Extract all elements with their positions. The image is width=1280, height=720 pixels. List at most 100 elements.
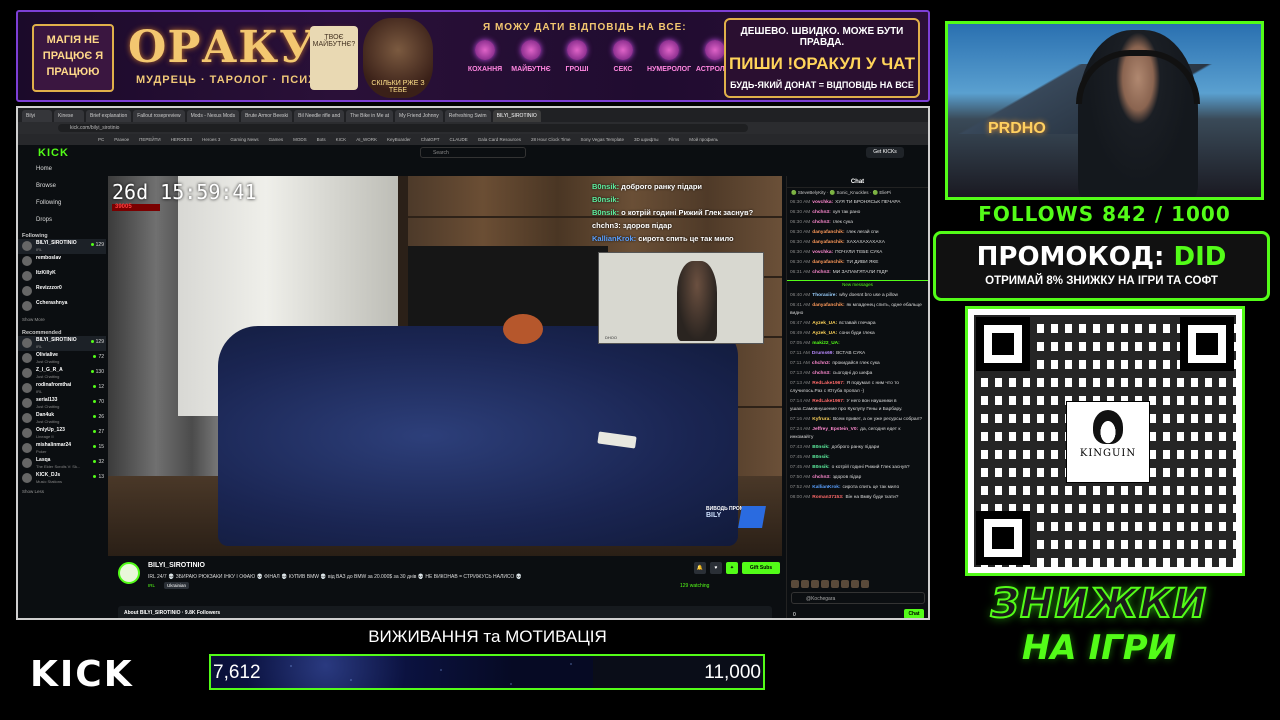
emote-icon[interactable] [791,580,799,588]
chat-username[interactable]: B0nsik: [812,445,829,450]
bookmark-item[interactable]: Games [269,134,284,145]
chat-username[interactable]: Drums69: [812,351,834,356]
sidebar-nav-item[interactable]: Following [18,195,106,212]
heart-icon[interactable]: ♥ [710,562,722,574]
chat-username[interactable]: chchn3: [812,270,830,275]
chat-username[interactable]: B0nsik: [812,465,829,470]
chat-username[interactable]: Thoraxiire: [812,293,837,298]
sidebar-nav-item[interactable]: Home [18,161,106,178]
sidebar-nav-item[interactable]: Drops [18,212,106,229]
sidebar-channel[interactable]: mishalinmar24 Poker 15 [18,441,106,456]
url-field[interactable]: kick.com/bilyi_sirotinio [58,124,748,132]
bookmark-item[interactable]: Мой профиль [689,134,718,145]
browser-tab[interactable]: The Bike in Me at [346,110,394,122]
browser-tab[interactable]: Kinese [54,110,84,122]
bookmark-item[interactable]: ПЕРЕЙТИ [139,134,160,145]
follow-button[interactable]: ✦ [726,562,738,574]
chat-username[interactable]: RedLake1967: [812,399,844,404]
bookmark-item[interactable]: Bots [317,134,326,145]
chat-username[interactable]: danyafanchik: [812,260,844,265]
sidebar-channel[interactable]: Revizzzor0 [18,284,106,299]
gift-subs-button[interactable]: Gift Subs [742,562,780,574]
about-section[interactable]: About BILYI_SIROTINIO · 9.8K Followers [118,606,772,618]
bookmark-item[interactable]: 28 Hour Clock Time [531,134,571,145]
chat-username[interactable]: vovchka: [812,200,833,205]
bell-icon[interactable]: 🔔 [694,562,706,574]
emote-icon[interactable] [811,580,819,588]
emote-icon[interactable] [801,580,809,588]
bookmark-item[interactable]: Gala Card Resources [478,134,521,145]
emote-icon[interactable] [861,580,869,588]
streamer-name[interactable]: BILYI_SIROTINIO [148,562,205,569]
browser-tab[interactable]: BILYI_SIROTINIO [492,110,541,122]
sidebar-channel[interactable]: remboslav [18,254,106,269]
bookmark-item[interactable]: Gaming News [230,134,258,145]
sidebar-channel[interactable]: KICK_DJs Music Stations 13 [18,471,106,486]
sidebar-channel[interactable]: BILYI_SIROTINIO IRL 129 [18,336,106,351]
chat-username[interactable]: vovchka: [812,250,833,255]
chat-username[interactable]: maki22_UA: [812,341,839,346]
bookmark-item[interactable]: PC [98,134,104,145]
emote-icon[interactable] [831,580,839,588]
sidebar-channel[interactable]: ItzKillyK [18,269,106,284]
chat-username[interactable]: Ayzek_UA: [812,331,837,336]
sidebar-channel[interactable]: OnlyUp_123 Lineage II 27 [18,426,106,441]
chat-username[interactable]: Jeffrey_Epstein_V0: [812,427,858,432]
chat-username[interactable]: Roman37153: [812,495,843,500]
chat-username[interactable]: danyafanchik: [812,240,844,245]
bookmark-item[interactable]: 3D шрифты [634,134,659,145]
sidebar-channel[interactable]: Ccherashnya [18,299,106,314]
sidebar-channel[interactable]: Z_I_G_R_A Just Chatting 130 [18,366,106,381]
chat-username[interactable]: Ayzek_UA: [812,321,837,326]
show-less-link[interactable]: Show Less [18,486,106,498]
browser-tab[interactable]: Mods - Nexus Mods [186,110,240,122]
streamer-avatar[interactable] [118,562,140,584]
sidebar-channel[interactable]: Olivialive Just Chatting 72 [18,351,106,366]
browser-tab[interactable]: Bilyi [22,110,52,122]
browser-tab[interactable]: Fallout rosepreview [133,110,185,122]
bookmark-item[interactable]: ChatGPT [421,134,440,145]
chat-send-button[interactable]: Chat [904,609,924,618]
sidebar-channel[interactable]: serial133 Just Chatting 70 [18,396,106,411]
chat-username[interactable]: RedLake1967: [812,381,844,386]
emote-icon[interactable] [851,580,859,588]
chat-username[interactable]: chchn3: [812,220,830,225]
sidebar-channel[interactable]: Lasqa The Elder Scrolls V: Sk... 32 [18,456,106,471]
stream-language-tag[interactable]: Ukrainian [164,582,190,589]
chat-username[interactable]: Kyfrura: [812,417,831,422]
video-player[interactable]: 26d 15:59:41 39005 B0nsik: доброго ранку… [108,176,782,556]
chat-username[interactable]: danyafanchik: [812,303,844,308]
sidebar-channel[interactable]: BILYI_SIROTINIO IRL 129 [18,239,106,254]
bookmark-item[interactable]: MODS [293,134,307,145]
emote-icon[interactable] [841,580,849,588]
bookmark-item[interactable]: CLAUDE [449,134,467,145]
browser-tab[interactable]: Brief explanation [86,110,132,122]
bookmark-item[interactable]: KICK [336,134,347,145]
browser-tab[interactable]: Refreshing Swim [444,110,491,122]
chat-username[interactable]: KallianKrok: [812,485,840,490]
sidebar-channel[interactable]: rodinafromthai IRL 12 [18,381,106,396]
chat-input[interactable]: @Kochegara [791,592,925,604]
sidebar-channel[interactable]: Dan4uk Just Chatting 26 [18,411,106,426]
chat-username[interactable]: chchn3: [812,475,830,480]
sidebar-nav-item[interactable]: Browse [18,178,106,195]
chat-username[interactable]: B0nsik: [812,455,829,460]
bookmark-item[interactable]: Sony Vegas Template [581,134,624,145]
browser-tab[interactable]: My Friend Johnny [395,110,443,122]
stream-category[interactable]: IRL [148,583,155,588]
show-more-link[interactable]: Show More [18,314,106,326]
bookmark-item[interactable]: Разное [114,134,129,145]
chat-username[interactable]: chchn3: [812,371,830,376]
bookmark-item[interactable]: Heroes 3 [202,134,220,145]
chat-username[interactable]: danyafanchik: [812,230,844,235]
bookmark-item[interactable]: Films [669,134,680,145]
get-kicks-button[interactable]: Get KICKs [866,147,904,158]
bookmark-item[interactable]: KeyBoarder [387,134,411,145]
chat-username[interactable]: chchn3: [812,210,830,215]
bookmark-item[interactable]: AI_WORK [356,134,377,145]
kick-logo[interactable]: KICK [38,147,69,159]
chat-username[interactable]: chchn3: [812,361,830,366]
kick-search-input[interactable]: Search [420,147,526,158]
browser-tab[interactable]: Brute Armor Beeski [241,110,293,122]
emote-icon[interactable] [821,580,829,588]
